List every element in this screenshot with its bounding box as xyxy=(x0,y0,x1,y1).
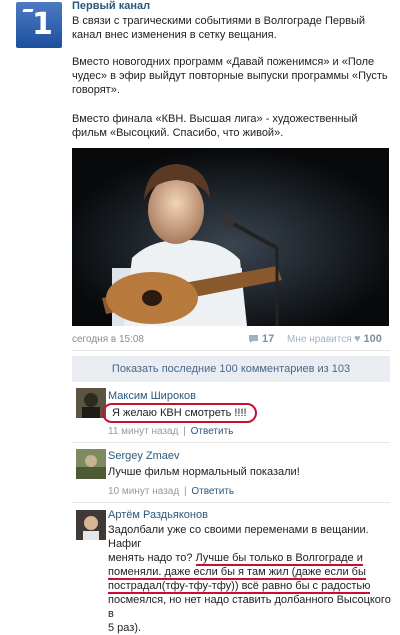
post-photo[interactable] xyxy=(72,148,389,326)
comment-author[interactable]: Максим Широков xyxy=(108,390,196,402)
underlined-fragment: пострадал(тфу-тфу-тфу)) всё равно бы с р… xyxy=(108,580,371,594)
comment-text: Задолбали уже со своими переменами в вещ… xyxy=(108,523,396,635)
reply-link[interactable]: Ответить xyxy=(191,426,234,437)
comment-text-content: Я желаю КВН смотреть !!!! xyxy=(112,407,247,419)
underlined-fragment: Лучше бы только в Волгограде и xyxy=(195,552,363,566)
like-label[interactable]: Мне нравится xyxy=(287,334,352,345)
comment-fragment: менять надо то? xyxy=(108,552,193,564)
post-paragraph-3: Вместо финала «КВН. Высшая лига» - худож… xyxy=(72,113,358,139)
likes-count: 100 xyxy=(363,333,382,345)
post-timestamp[interactable]: сегодня в 15:08 xyxy=(72,334,144,345)
comment-text: Я желаю КВН смотреть !!!! xyxy=(102,403,257,423)
reply-link[interactable]: Ответить xyxy=(191,486,234,497)
comment-meta: 10 минут назад | Ответить xyxy=(108,486,235,497)
comment-line: менять надо то? Лучше бы только в Волгог… xyxy=(108,551,396,566)
channel-logo[interactable]: 1 xyxy=(16,2,62,48)
comment-line: Задолбали уже со своими переменами в вещ… xyxy=(108,524,369,550)
avatar[interactable] xyxy=(76,510,106,540)
comment-icon xyxy=(249,335,258,343)
underlined-fragment: поменяли. даже если бы я там жил (даже е… xyxy=(108,566,366,580)
comment-line: поменяли. даже если бы я там жил (даже е… xyxy=(108,565,396,580)
comment-author[interactable]: Sergey Zmaev xyxy=(108,450,180,462)
comment-time[interactable]: 11 минут назад xyxy=(108,426,178,437)
comment-line: посмеялся, но нет надо ставить долбанног… xyxy=(108,594,391,620)
comment-meta: 11 минут назад | Ответить xyxy=(108,426,234,437)
divider xyxy=(72,502,390,503)
comment-text: Лучше фильм нормальный показали! xyxy=(108,466,300,478)
comment-line: пострадал(тфу-тфу-тфу)) всё равно бы с р… xyxy=(108,579,396,594)
comments-count: 17 xyxy=(262,333,275,345)
divider xyxy=(72,442,390,443)
divider xyxy=(72,350,390,351)
comments-counter[interactable]: 17 xyxy=(248,333,274,345)
like-counter[interactable]: ♥ 100 xyxy=(354,333,382,345)
comment-line: 5 раз). xyxy=(108,622,142,634)
comment-author[interactable]: Артём Раздьяконов xyxy=(108,509,208,521)
post-paragraph-2: Вместо новогодних программ «Давай пожени… xyxy=(72,56,388,96)
post-author[interactable]: Первый канал xyxy=(72,0,150,12)
singer-photo-illustration xyxy=(72,148,389,326)
show-all-comments-button[interactable]: Показать последние 100 комментариев из 1… xyxy=(72,356,390,382)
heart-icon: ♥ xyxy=(354,333,361,345)
avatar-photo xyxy=(76,510,106,540)
avatar-photo xyxy=(76,449,106,479)
logo-digit: 1 xyxy=(32,7,53,42)
post-paragraph-1: В связи с трагическими событиями в Волго… xyxy=(72,15,366,41)
avatar[interactable] xyxy=(76,449,106,479)
comment-time[interactable]: 10 минут назад xyxy=(108,486,179,497)
